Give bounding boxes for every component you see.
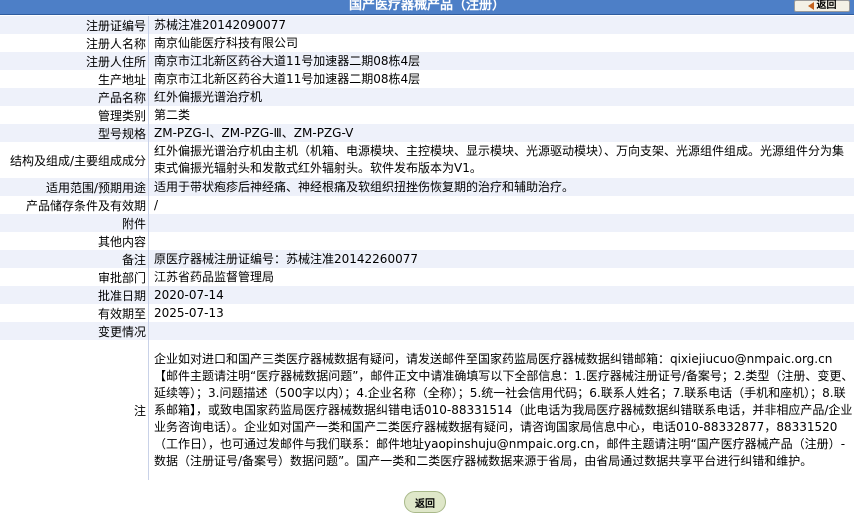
field-label: 审批部门 bbox=[0, 268, 149, 286]
field-row: 管理类别 第二类 bbox=[0, 106, 854, 124]
field-row: 生产地址 南京市江北新区药谷大道11号加速器二期08栋4层 bbox=[0, 70, 854, 88]
note-row: 注 企业如对进口和国产三类医疗器械数据有疑问，请发送邮件至国家药监局医疗器械数据… bbox=[0, 340, 854, 480]
field-value: 苏械注准20142090077 bbox=[148, 16, 854, 34]
field-label: 有效期至 bbox=[0, 304, 149, 322]
field-value: / bbox=[148, 196, 854, 214]
field-row: 批准日期 2020-07-14 bbox=[0, 286, 854, 304]
product-detail-table: 注册证编号 苏械注准20142090077 注册人名称 南京仙能医疗科技有限公司… bbox=[0, 16, 854, 480]
field-value: 第二类 bbox=[148, 106, 854, 124]
field-value: 适用于带状疱疹后神经痛、神经根痛及软组织扭挫伤恢复期的治疗和辅助治疗。 bbox=[148, 178, 854, 196]
page-title: 国产医疗器械产品（注册） bbox=[348, 0, 505, 13]
field-label: 其他内容 bbox=[0, 232, 149, 250]
field-label: 适用范围/预期用途 bbox=[0, 178, 149, 196]
field-label: 生产地址 bbox=[0, 70, 149, 88]
field-row: 变更情况 bbox=[0, 322, 854, 340]
back-button-top[interactable]: 返回 bbox=[794, 0, 850, 12]
field-row: 结构及组成/主要组成成分 红外偏振光谱治疗机由主机（机箱、电源模块、主控模块、显… bbox=[0, 142, 854, 178]
field-label: 注册人住所 bbox=[0, 52, 149, 70]
field-row: 附件 bbox=[0, 214, 854, 232]
field-label: 产品储存条件及有效期 bbox=[0, 196, 149, 214]
field-label: 结构及组成/主要组成成分 bbox=[0, 142, 149, 178]
field-label: 型号规格 bbox=[0, 124, 149, 142]
field-label: 批准日期 bbox=[0, 286, 149, 304]
field-value bbox=[148, 232, 854, 250]
field-row: 注册证编号 苏械注准20142090077 bbox=[0, 16, 854, 34]
field-value: 江苏省药品监督管理局 bbox=[148, 268, 854, 286]
field-label: 注册人名称 bbox=[0, 34, 149, 52]
field-value: ZM-PZG-Ⅰ、ZM-PZG-Ⅲ、ZM-PZG-V bbox=[148, 124, 854, 142]
field-value bbox=[148, 322, 854, 340]
field-value: 南京市江北新区药谷大道11号加速器二期08栋4层 bbox=[148, 70, 854, 88]
title-bar: 国产医疗器械产品（注册） 返回 bbox=[0, 0, 854, 15]
field-label: 注册证编号 bbox=[0, 16, 149, 34]
field-row: 有效期至 2025-07-13 bbox=[0, 304, 854, 322]
back-button-top-label: 返回 bbox=[816, 0, 837, 11]
field-label: 附件 bbox=[0, 214, 149, 232]
field-label: 备注 bbox=[0, 250, 149, 268]
field-row: 型号规格 ZM-PZG-Ⅰ、ZM-PZG-Ⅲ、ZM-PZG-V bbox=[0, 124, 854, 142]
field-value: 2025-07-13 bbox=[148, 304, 854, 322]
field-value: 2020-07-14 bbox=[148, 286, 854, 304]
field-label: 管理类别 bbox=[0, 106, 149, 124]
field-row: 审批部门 江苏省药品监督管理局 bbox=[0, 268, 854, 286]
field-row: 注册人住所 南京市江北新区药谷大道11号加速器二期08栋4层 bbox=[0, 52, 854, 70]
back-arrow-icon bbox=[807, 2, 814, 10]
field-value: 红外偏振光谱治疗机由主机（机箱、电源模块、主控模块、显示模块、光源驱动模块）、万… bbox=[148, 142, 854, 178]
field-row: 产品储存条件及有效期 / bbox=[0, 196, 854, 214]
field-row: 产品名称 红外偏振光谱治疗机 bbox=[0, 88, 854, 106]
back-button-bottom[interactable]: 返回 bbox=[404, 491, 446, 513]
field-value: 红外偏振光谱治疗机 bbox=[148, 88, 854, 106]
field-row: 适用范围/预期用途 适用于带状疱疹后神经痛、神经根痛及软组织扭挫伤恢复期的治疗和… bbox=[0, 178, 854, 196]
field-label: 变更情况 bbox=[0, 322, 149, 340]
field-value: 原医疗器械注册证编号：苏械注准20142260077 bbox=[148, 250, 854, 268]
note-label: 注 bbox=[0, 340, 149, 480]
field-row: 备注 原医疗器械注册证编号：苏械注准20142260077 bbox=[0, 250, 854, 268]
note-text: 企业如对进口和国产三类医疗器械数据有疑问，请发送邮件至国家药监局医疗器械数据纠错… bbox=[148, 340, 854, 480]
field-value bbox=[148, 214, 854, 232]
field-row: 其他内容 bbox=[0, 232, 854, 250]
field-label: 产品名称 bbox=[0, 88, 149, 106]
field-value: 南京市江北新区药谷大道11号加速器二期08栋4层 bbox=[148, 52, 854, 70]
field-value: 南京仙能医疗科技有限公司 bbox=[148, 34, 854, 52]
field-row: 注册人名称 南京仙能医疗科技有限公司 bbox=[0, 34, 854, 52]
